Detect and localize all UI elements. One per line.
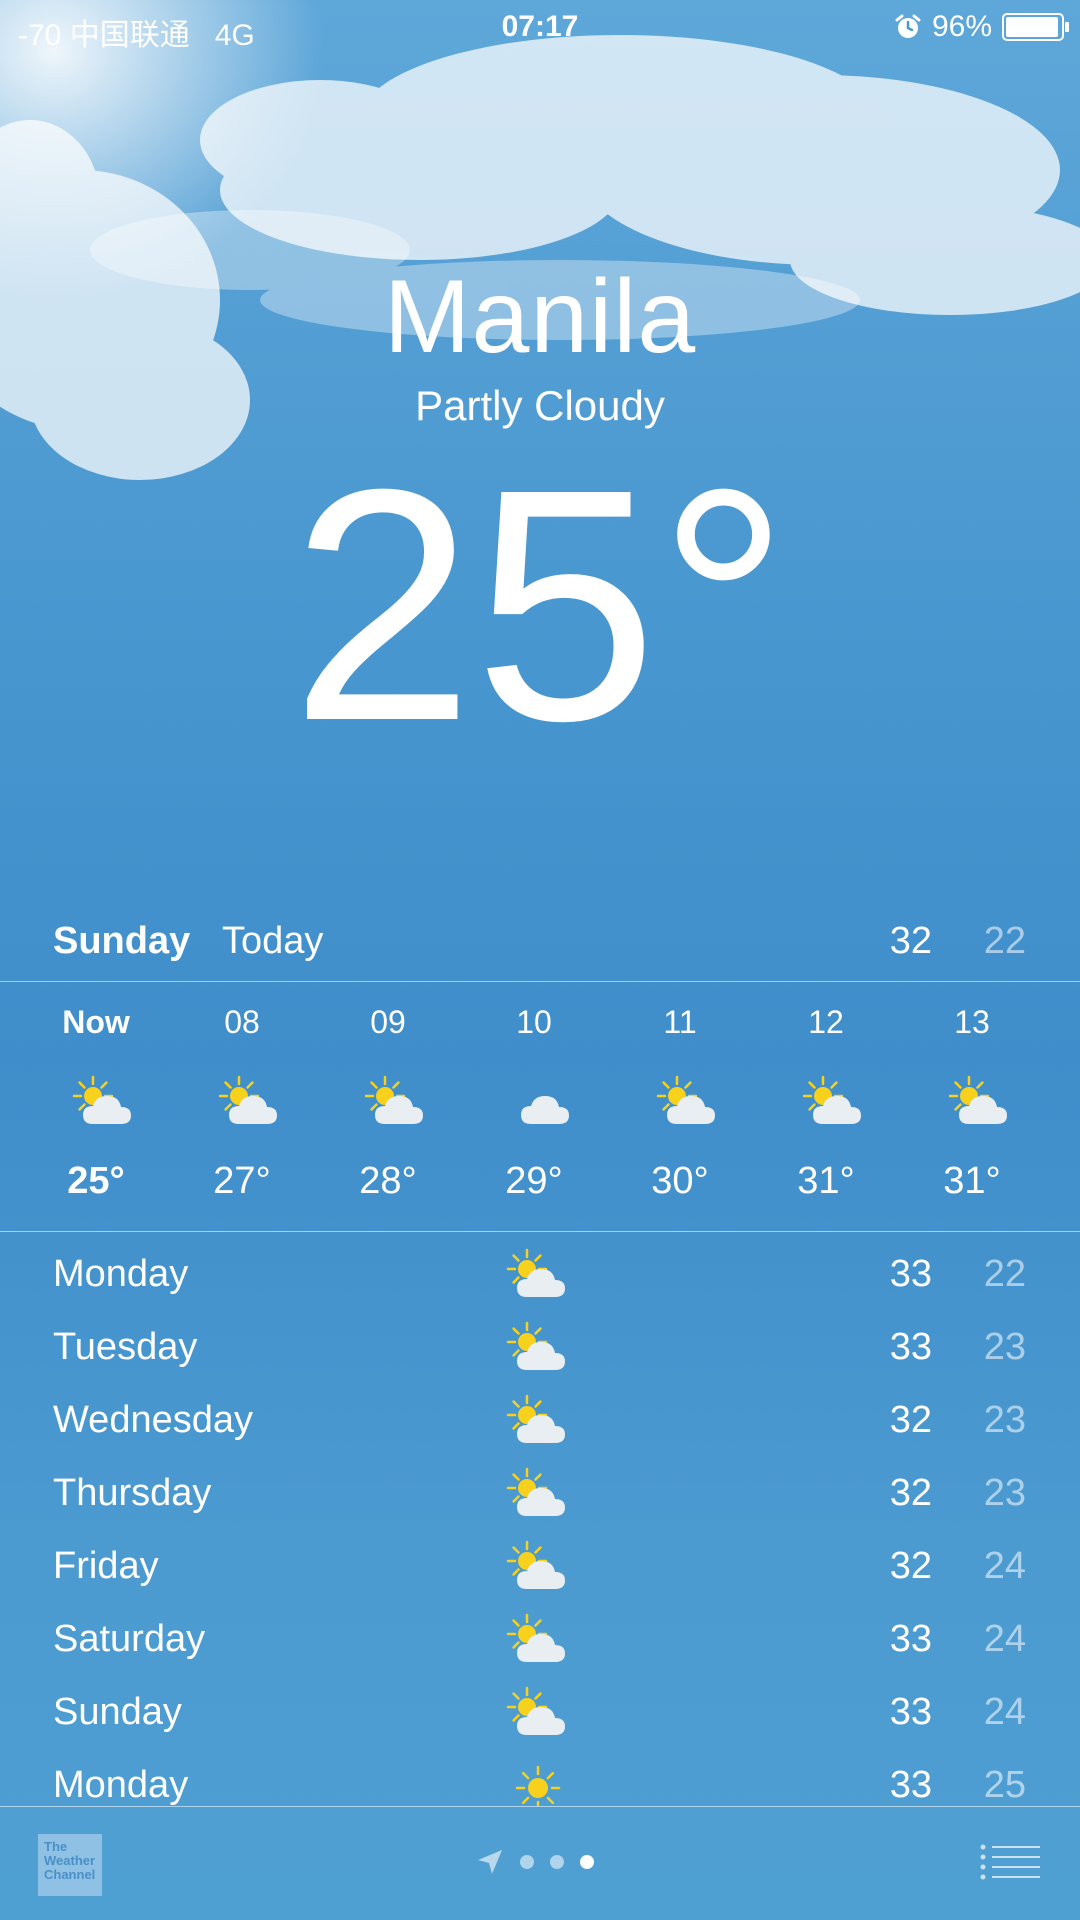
hour-time: 08	[224, 1004, 260, 1040]
hourly-item: 11 30°	[607, 982, 753, 1230]
hour-temp: 27°	[213, 1160, 271, 1202]
partly-cloudy-icon	[505, 1612, 571, 1668]
daily-row: Wednesday 32 23	[0, 1379, 1080, 1452]
day-low: 23	[983, 1472, 1026, 1514]
battery-icon	[1002, 13, 1069, 41]
hour-time: 13	[954, 1004, 990, 1040]
page-dot[interactable]	[520, 1855, 534, 1869]
day-low: 22	[983, 1253, 1026, 1295]
hourly-item: 08 27°	[169, 982, 315, 1230]
partly-cloudy-icon	[363, 1074, 429, 1130]
cloud-icon	[509, 1074, 575, 1130]
hour-temp: 29°	[505, 1160, 563, 1202]
alarm-icon	[895, 14, 921, 38]
hourly-item: 10 29°	[461, 982, 607, 1230]
day-name: Monday	[53, 1253, 189, 1295]
daily-forecast[interactable]: Monday 33 22 Tuesday 33 23 Wednesday 32 23…	[0, 1233, 1080, 1806]
page-indicator[interactable]	[476, 1848, 594, 1876]
page-dot[interactable]	[550, 1855, 564, 1869]
partly-cloudy-icon	[71, 1074, 137, 1130]
day-high: 33	[889, 1326, 932, 1368]
day-name: Tuesday	[53, 1326, 198, 1368]
day-low: 24	[983, 1691, 1026, 1733]
today-label: Today	[222, 920, 324, 962]
current-temperature: 25°	[290, 420, 790, 789]
daily-row: Friday 32 24	[0, 1525, 1080, 1598]
hourly-item: 09 28°	[315, 982, 461, 1230]
city-list-icon[interactable]	[980, 1844, 1040, 1880]
day-name: Wednesday	[53, 1399, 253, 1441]
battery-nub	[1065, 22, 1069, 32]
location-arrow-icon	[478, 1850, 502, 1874]
partly-cloudy-icon	[505, 1466, 571, 1522]
hour-time: Now	[62, 1004, 130, 1040]
status-right: 96%	[894, 10, 1069, 44]
partly-cloudy-icon	[505, 1393, 571, 1449]
partly-cloudy-icon	[217, 1074, 283, 1130]
hour-temp: 25°	[67, 1160, 125, 1202]
hourly-forecast[interactable]: Now 25° 08 27° 09 28° 10 29° 11 30° 12 31° 13 …	[0, 982, 1080, 1230]
day-high: 33	[889, 1618, 932, 1660]
daily-row: Saturday 33 24	[0, 1598, 1080, 1671]
hour-time: 11	[663, 1004, 697, 1040]
day-name: Sunday	[53, 1691, 182, 1733]
city-name: Manila	[383, 259, 697, 375]
day-high: 33	[889, 1691, 932, 1733]
day-high: 32	[889, 1545, 932, 1587]
hour-time: 12	[808, 1004, 844, 1040]
page-dot[interactable]	[580, 1855, 594, 1869]
day-name: Monday	[53, 1764, 189, 1806]
day-high: 32	[889, 1399, 932, 1441]
day-high: 32	[889, 1472, 932, 1514]
divider-bottom	[0, 1231, 1080, 1232]
day-name: Saturday	[53, 1618, 206, 1660]
partly-cloudy-icon	[947, 1074, 1013, 1130]
day-low: 23	[983, 1399, 1026, 1441]
bottom-toolbar: The Weather Channel	[0, 1806, 1080, 1920]
partly-cloudy-icon	[505, 1320, 571, 1376]
hour-temp: 30°	[651, 1160, 709, 1202]
partly-cloudy-icon	[801, 1074, 867, 1130]
hour-temp: 31°	[943, 1160, 1001, 1202]
day-name: Thursday	[53, 1472, 212, 1514]
day-name: Friday	[53, 1545, 159, 1587]
hour-temp: 28°	[359, 1160, 417, 1202]
hour-time: 10	[516, 1004, 552, 1040]
hour-time: 09	[370, 1004, 406, 1040]
day-low: 24	[983, 1618, 1026, 1660]
daily-row: Thursday 32 23	[0, 1452, 1080, 1525]
hourly-item: Now 25°	[23, 982, 169, 1230]
day-low: 24	[983, 1545, 1026, 1587]
partly-cloudy-icon	[655, 1074, 721, 1130]
day-low: 25	[983, 1764, 1026, 1806]
today-summary: Sunday Today 32 22	[0, 920, 1080, 980]
day-high: 33	[889, 1253, 932, 1295]
day-high: 33	[889, 1764, 932, 1806]
partly-cloudy-icon	[505, 1685, 571, 1741]
partly-cloudy-icon	[505, 1247, 571, 1303]
sun-icon	[505, 1758, 571, 1806]
today-low: 22	[983, 920, 1026, 962]
divider-toolbar	[0, 1806, 1080, 1807]
daily-row: Sunday 33 24	[0, 1671, 1080, 1744]
today-day: Sunday	[53, 920, 191, 962]
battery-percent: 96%	[931, 10, 992, 43]
day-low: 23	[983, 1326, 1026, 1368]
battery-fill	[1006, 17, 1058, 37]
hourly-item: 12 31°	[753, 982, 899, 1230]
hourly-item: 13 31°	[899, 982, 1045, 1230]
daily-row: Monday 33 22	[0, 1233, 1080, 1306]
daily-row: Tuesday 33 23	[0, 1306, 1080, 1379]
partly-cloudy-icon	[505, 1539, 571, 1595]
daily-row: Monday 33 25	[0, 1744, 1080, 1806]
hour-temp: 31°	[797, 1160, 855, 1202]
weather-channel-logo[interactable]: The Weather Channel	[38, 1834, 102, 1896]
status-bar: -70 中国联通 4G 07:17 96%	[0, 0, 1080, 54]
today-high: 32	[889, 920, 932, 962]
